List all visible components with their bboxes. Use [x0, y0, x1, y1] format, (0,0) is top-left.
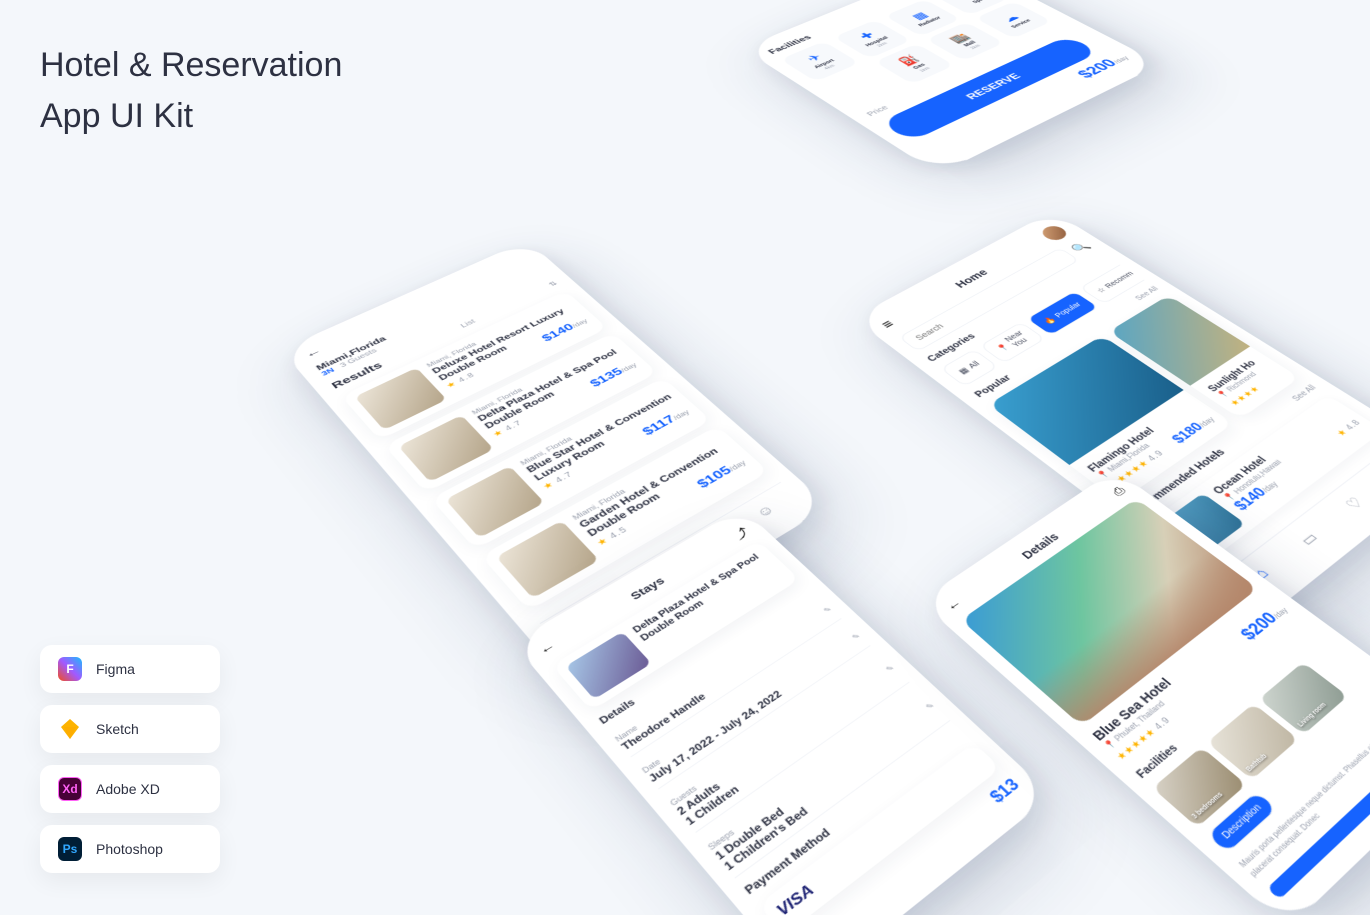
view-toggle-list[interactable]: List [459, 318, 477, 329]
edit-icon[interactable]: ✎ [924, 701, 937, 712]
tool-label: Sketch [96, 721, 139, 737]
tool-xd: Xd Adobe XD [40, 765, 220, 813]
phone-facilities: FacilitiesRoom ✈Airport4km ✚Hospital2km … [742, 0, 1161, 174]
search-icon[interactable]: 🔍 [1068, 240, 1094, 255]
visa-logo: VISA [774, 882, 819, 915]
home-title: Home [952, 267, 991, 290]
avatar[interactable] [1038, 223, 1071, 242]
page-title: Hotel & Reservation App UI Kit [40, 40, 342, 142]
xd-icon: Xd [58, 777, 82, 801]
hotel-thumb [445, 466, 544, 538]
tools-list: F Figma Sketch Xd Adobe XD Ps Photoshop [40, 645, 220, 873]
tab-heart-icon[interactable]: ♡ [1341, 494, 1369, 513]
price-value: $13 [986, 775, 1023, 806]
menu-icon[interactable]: ≡ [877, 317, 898, 331]
bookmark-icon[interactable]: ⎙ [1110, 485, 1130, 499]
tool-photoshop: Ps Photoshop [40, 825, 220, 873]
edit-icon[interactable]: ✎ [884, 663, 897, 673]
back-icon[interactable]: ← [942, 596, 965, 614]
title-line-2: App UI Kit [40, 97, 193, 135]
back-icon[interactable]: ← [536, 639, 558, 657]
tool-label: Figma [96, 661, 135, 677]
share-icon[interactable]: ⤴ [728, 523, 752, 542]
edit-icon[interactable]: ✎ [850, 632, 862, 642]
sketch-icon [58, 717, 82, 741]
figma-icon: F [58, 657, 82, 681]
tab-profile-icon[interactable]: ☺ [753, 502, 780, 522]
tool-sketch: Sketch [40, 705, 220, 753]
tool-figma: F Figma [40, 645, 220, 693]
see-all-link[interactable]: See All [1290, 383, 1318, 402]
tab-calendar-icon[interactable]: ▭ [1295, 529, 1324, 550]
ps-icon: Ps [58, 837, 82, 861]
filter-icon[interactable]: ⇅ [548, 280, 560, 288]
title-line-1: Hotel & Reservation [40, 46, 342, 84]
edit-icon[interactable]: ✎ [822, 605, 834, 615]
see-all-link[interactable]: See All [1133, 285, 1160, 302]
hotel-thumb [496, 521, 599, 599]
tool-label: Adobe XD [96, 781, 160, 797]
tool-label: Photoshop [96, 841, 163, 857]
